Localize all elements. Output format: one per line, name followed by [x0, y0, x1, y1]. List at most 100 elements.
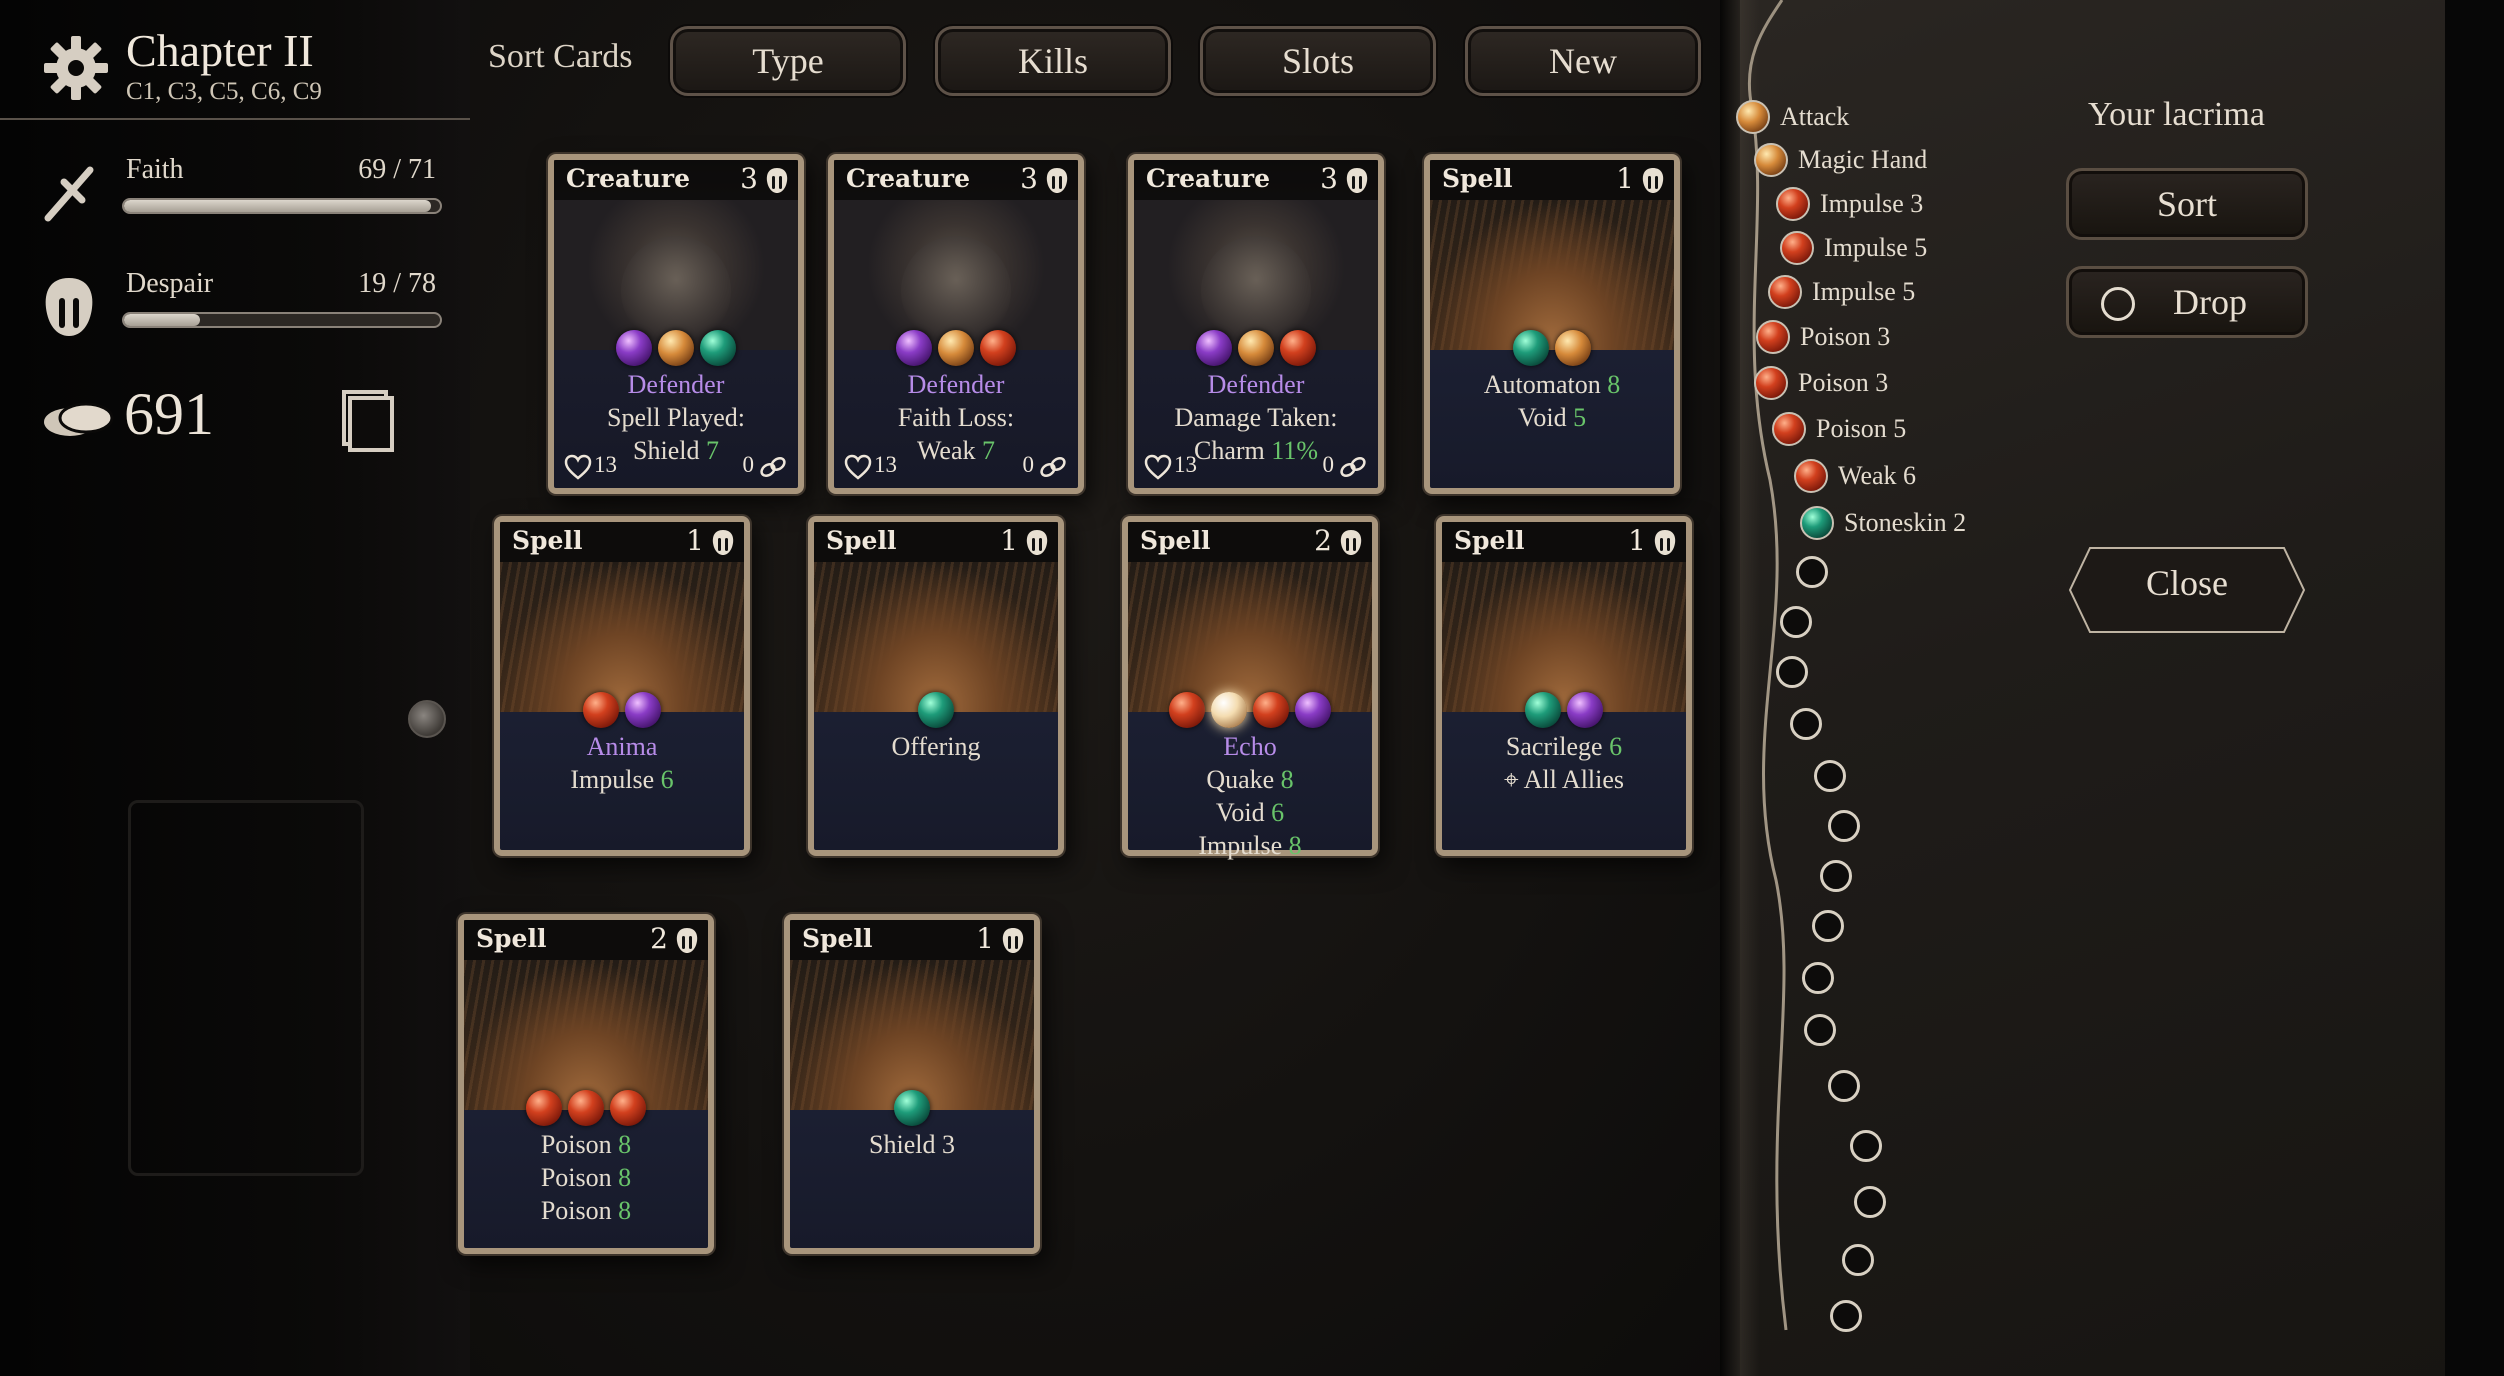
- card-10[interactable]: Spell 1 Shield 3: [784, 914, 1040, 1254]
- lacrima-label: Impulse 3: [1820, 189, 1924, 218]
- lacrima-label: Poison 3: [1800, 322, 1891, 351]
- chain-icon: [758, 454, 788, 480]
- sort-new-button[interactable]: New: [1465, 26, 1701, 96]
- card-art: [1442, 562, 1686, 712]
- orange-orb-icon: [1754, 143, 1788, 177]
- card-5[interactable]: Spell 1 Anima Impulse 6: [494, 516, 750, 856]
- lacrima-sort-button[interactable]: Sort: [2066, 168, 2308, 240]
- card-text-line: Spell Played:: [607, 403, 745, 432]
- card-health: 13: [594, 452, 617, 477]
- teal-orb-icon: [894, 1090, 930, 1126]
- card-cost: 2: [650, 922, 668, 955]
- sort-type-button[interactable]: Type: [670, 26, 906, 96]
- red-orb-icon: [1253, 692, 1289, 728]
- card-art: [464, 960, 708, 1110]
- card-4[interactable]: Spell 1 Automaton 8 Void 5: [1424, 154, 1680, 494]
- empty-lacrima-slot[interactable]: [1812, 910, 1844, 942]
- empty-lacrima-slot[interactable]: [1780, 606, 1812, 638]
- card-type: Spell: [1442, 164, 1513, 193]
- card-health: 13: [1174, 452, 1197, 477]
- value-number: 6: [1271, 798, 1285, 827]
- gold-value: 691: [124, 381, 214, 447]
- card-text: Echo Quake 8 Void 6 Impulse 8: [1132, 730, 1368, 862]
- card-art: [834, 200, 1078, 350]
- empty-lacrima-slot[interactable]: [1842, 1244, 1874, 1276]
- lacrima-label: Poison 3: [1798, 368, 1889, 397]
- red-orb-icon: [1280, 330, 1316, 366]
- orange-orb-icon: [938, 330, 974, 366]
- close-label: Close: [2145, 563, 2228, 603]
- card-header: Spell 1: [1430, 160, 1674, 200]
- empty-lacrima-slot[interactable]: [1814, 760, 1846, 792]
- book-icon[interactable]: [334, 386, 404, 456]
- keyword: Defender: [1207, 370, 1305, 399]
- teal-orb-icon: [1800, 506, 1834, 540]
- card-cost: 2: [1314, 524, 1332, 557]
- lacrima-label: Impulse 5: [1824, 233, 1928, 262]
- empty-lacrima-slot[interactable]: [1804, 1014, 1836, 1046]
- despair-stat: Despair 19 / 78: [30, 264, 442, 354]
- close-button[interactable]: Close: [2066, 544, 2308, 636]
- empty-lacrima-slot[interactable]: [1828, 1070, 1860, 1102]
- card-text-line: Poison 8: [540, 1163, 632, 1192]
- lacrima-label: Magic Hand: [1798, 145, 1928, 174]
- empty-lacrima-slot[interactable]: [1776, 656, 1808, 688]
- purple-orb-icon: [616, 330, 652, 366]
- card-footer: 13 0: [844, 452, 1068, 484]
- card-6[interactable]: Spell 1 Offering: [808, 516, 1064, 856]
- teal-orb-icon: [700, 330, 736, 366]
- card-text-line: Automaton 8: [1483, 370, 1621, 399]
- drop-label: Drop: [2173, 282, 2247, 322]
- card-orbs: [1128, 692, 1372, 732]
- teal-orb-icon: [1513, 330, 1549, 366]
- card-text-line: Void 5: [1517, 403, 1587, 432]
- empty-lacrima-slot[interactable]: [1820, 860, 1852, 892]
- divider: [0, 118, 470, 120]
- faith-value: 69 / 71: [358, 154, 436, 185]
- card-orbs: [834, 330, 1078, 370]
- sort-kills-button[interactable]: Kills: [935, 26, 1171, 96]
- card-3[interactable]: Creature 3 Defender Damage Taken: Charm 11% 1…: [1128, 154, 1384, 494]
- orange-orb-icon: [658, 330, 694, 366]
- card-art: [1128, 562, 1372, 712]
- chapter-header: Chapter II C1, C3, C5, C6, C9: [40, 20, 470, 116]
- card-type: Spell: [1140, 526, 1211, 555]
- card-8[interactable]: Spell 1 Sacrilege 6 ⌖ All Allies: [1436, 516, 1692, 856]
- faith-bar: [122, 198, 442, 214]
- value-number: 8: [1288, 831, 1302, 860]
- drop-radio-icon: [2101, 287, 2135, 321]
- empty-lacrima-slot[interactable]: [1854, 1186, 1886, 1218]
- card-cost: 1: [1000, 524, 1018, 557]
- card-type: Spell: [826, 526, 897, 555]
- card-orbs: [554, 330, 798, 370]
- mask-icon: [674, 926, 700, 954]
- orange-orb-icon: [1238, 330, 1274, 366]
- card-text: Automaton 8 Void 5: [1434, 368, 1670, 434]
- empty-lacrima-slot[interactable]: [1830, 1300, 1862, 1332]
- screen-edge: [2445, 0, 2504, 1376]
- empty-lacrima-slot[interactable]: [1802, 962, 1834, 994]
- card-text-line: Defender: [1138, 368, 1374, 401]
- despair-bar-fill: [124, 314, 200, 326]
- card-text-line: Void 6: [1215, 798, 1285, 827]
- empty-lacrima-slot[interactable]: [1828, 810, 1860, 842]
- sort-slots-button[interactable]: Slots: [1200, 26, 1436, 96]
- card-9[interactable]: Spell 2 Poison 8 Poison 8 Poison 8: [458, 914, 714, 1254]
- gear-icon[interactable]: [40, 32, 112, 104]
- card-slots: 0: [1022, 452, 1035, 477]
- card-type: Creature: [846, 164, 970, 193]
- empty-lacrima-slot[interactable]: [1850, 1130, 1882, 1162]
- card-7[interactable]: Spell 2 Echo Quake 8 Void 6 Impulse 8: [1122, 516, 1378, 860]
- lacrima-label: Stoneskin 2: [1844, 508, 1967, 537]
- empty-lacrima-slot[interactable]: [1790, 708, 1822, 740]
- red-orb-icon: [1754, 366, 1788, 400]
- coins-icon: [44, 402, 114, 436]
- red-orb-icon: [526, 1090, 562, 1126]
- card-orbs: [500, 692, 744, 732]
- card-2[interactable]: Creature 3 Defender Faith Loss: Weak 7 13 0: [828, 154, 1084, 494]
- card-1[interactable]: Creature 3 Defender Spell Played: Shield 7 13…: [548, 154, 804, 494]
- purple-orb-icon: [1295, 692, 1331, 728]
- empty-lacrima-slot[interactable]: [1796, 556, 1828, 588]
- lacrima-drop-button[interactable]: Drop: [2066, 266, 2308, 338]
- card-text: Sacrilege 6 ⌖ All Allies: [1446, 730, 1682, 796]
